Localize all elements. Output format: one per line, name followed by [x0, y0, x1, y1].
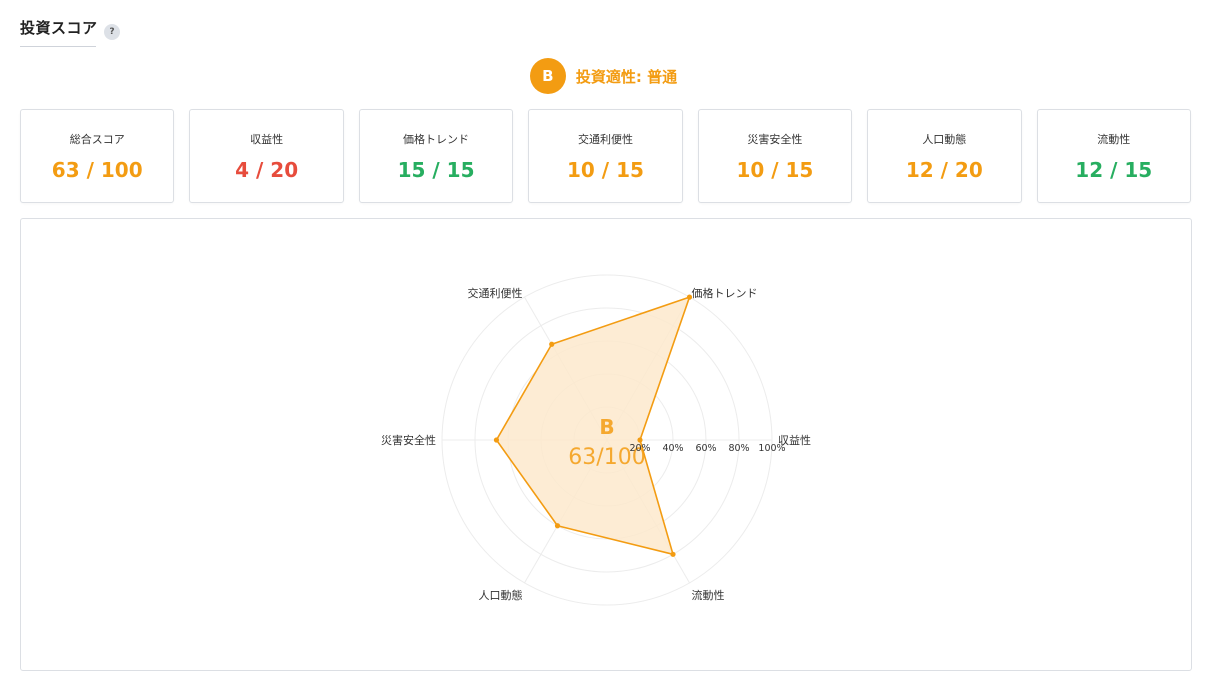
- radar-chart-panel: B 63/100 20% 40% 60% 80% 100% 収益性 価格トレンド 交通利便性 災害安…: [20, 218, 1192, 671]
- axis-label: 交通利便性: [468, 286, 523, 300]
- card-label: 人口動態: [922, 132, 967, 146]
- page-title: 投資スコア: [20, 19, 98, 37]
- radar-data-point: [554, 523, 561, 529]
- radial-tick-label: 20%: [629, 443, 650, 454]
- axis-label: 収益性: [778, 433, 811, 447]
- score-card-population: 人口動態 12 / 20: [867, 109, 1022, 203]
- score-cards: 総合スコア 63 / 100 収益性 4 / 20 価格トレンド 15 / 15…: [20, 109, 1191, 203]
- score-card-price-trend: 価格トレンド 15 / 15: [358, 109, 514, 203]
- score-card-disaster-safety: 災害安全性 10 / 15: [697, 109, 853, 203]
- grade-label: 投資適性: 普通: [575, 67, 678, 86]
- score-card-total: 総合スコア 63 / 100: [20, 109, 175, 203]
- radar-data-point: [549, 341, 555, 347]
- card-value: 10 / 15: [736, 157, 814, 182]
- card-label: 収益性: [250, 132, 284, 146]
- radar-chart: B63/10020% 40% 60% 80% 100%収益性価格トレンド交通利便性災害安…: [381, 274, 811, 606]
- radial-tick-label: 40%: [662, 443, 683, 454]
- score-card-profitability: 収益性 4 / 20: [189, 109, 344, 203]
- title-underline: [20, 46, 96, 47]
- card-value: 10 / 15: [567, 157, 644, 182]
- radar-data-point: [670, 551, 676, 557]
- axis-label: 災害安全性: [381, 433, 436, 447]
- card-value: 12 / 20: [905, 157, 983, 182]
- card-value: 12 / 15: [1075, 157, 1153, 182]
- card-label: 交通利便性: [577, 132, 633, 146]
- help-icon[interactable]: ?: [104, 24, 120, 40]
- score-card-transport: 交通利便性 10 / 15: [528, 109, 683, 203]
- axis-label: 価格トレンド: [692, 286, 758, 300]
- axis-label: 流動性: [692, 588, 725, 602]
- radar-data-point: [637, 437, 643, 443]
- radial-tick-label: 60%: [695, 443, 716, 454]
- card-label: 災害安全性: [747, 132, 803, 146]
- card-label: 流動性: [1097, 132, 1131, 146]
- score-card-liquidity: 流動性 12 / 15: [1036, 109, 1191, 203]
- axis-label: 人口動態: [479, 588, 523, 602]
- card-value: 63 / 100: [51, 157, 143, 182]
- grade-summary: B 投資適性: 普通: [0, 58, 1207, 94]
- grade-badge: B: [529, 58, 566, 94]
- radar-data-point: [493, 437, 500, 443]
- radial-tick-label: 80%: [728, 443, 749, 454]
- card-value: 4 / 20: [235, 157, 299, 182]
- center-grade-label: B: [599, 415, 614, 439]
- card-label: 総合スコア: [69, 132, 125, 146]
- card-label: 価格トレンド: [403, 132, 470, 146]
- card-value: 15 / 15: [397, 157, 475, 182]
